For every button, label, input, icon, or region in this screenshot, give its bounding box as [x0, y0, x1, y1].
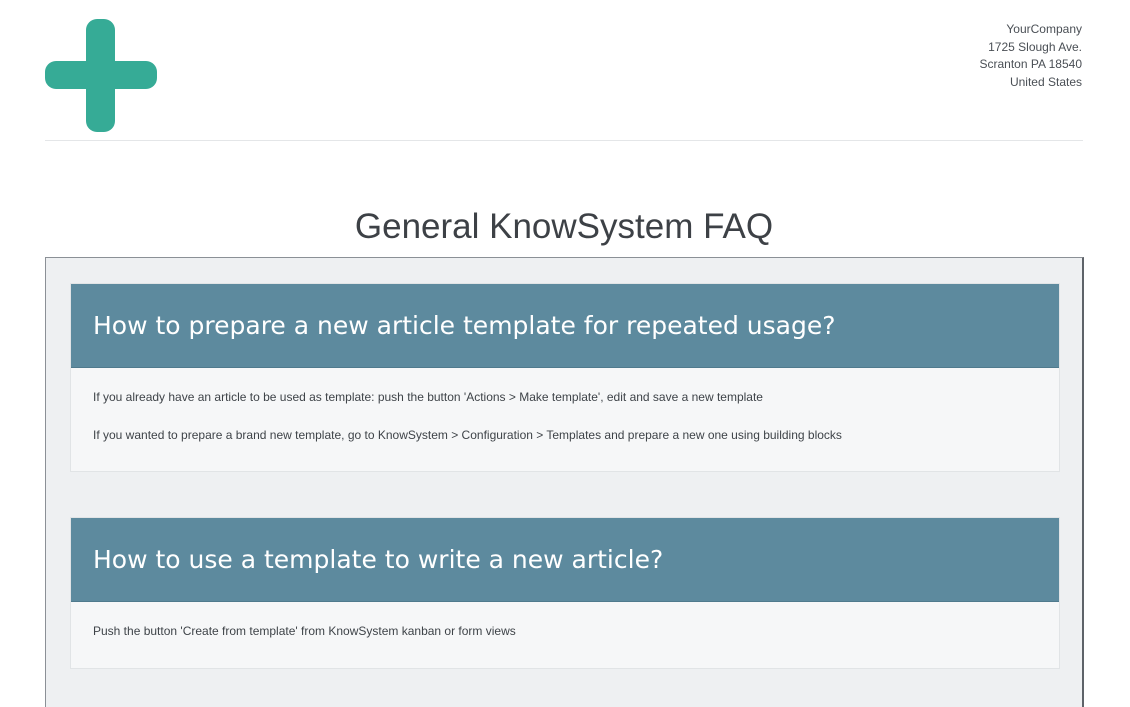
faq-answer: Push the button 'Create from template' f… — [71, 602, 1059, 654]
faq-answer-line: Push the button 'Create from template' f… — [93, 624, 516, 638]
faq-card: How to prepare a new article template fo… — [70, 283, 1060, 472]
faq-question: How to use a template to write a new art… — [71, 518, 1059, 602]
faq-answer-line: If you already have an article to be use… — [93, 390, 763, 404]
header-divider — [45, 140, 1083, 141]
company-city: Scranton PA 18540 — [979, 57, 1082, 71]
report-page: YourCompany 1725 Slough Ave. Scranton PA… — [0, 0, 1130, 707]
company-name: YourCompany — [1006, 22, 1082, 36]
faq-panel: How to prepare a new article template fo… — [45, 257, 1084, 707]
company-country: United States — [1009, 74, 1082, 89]
faq-answer: If you already have an article to be use… — [71, 368, 1059, 458]
company-street: 1725 Slough Ave. — [988, 39, 1082, 54]
company-address: YourCompany 1725 Slough Ave. Scranton PA… — [979, 21, 1082, 91]
faq-answer-line: If you wanted to prepare a brand new tem… — [93, 428, 842, 442]
faq-card: How to use a template to write a new art… — [70, 517, 1060, 669]
document-title: General KnowSystem FAQ — [354, 207, 774, 246]
faq-question: How to prepare a new article template fo… — [71, 284, 1059, 368]
company-logo — [45, 19, 157, 132]
